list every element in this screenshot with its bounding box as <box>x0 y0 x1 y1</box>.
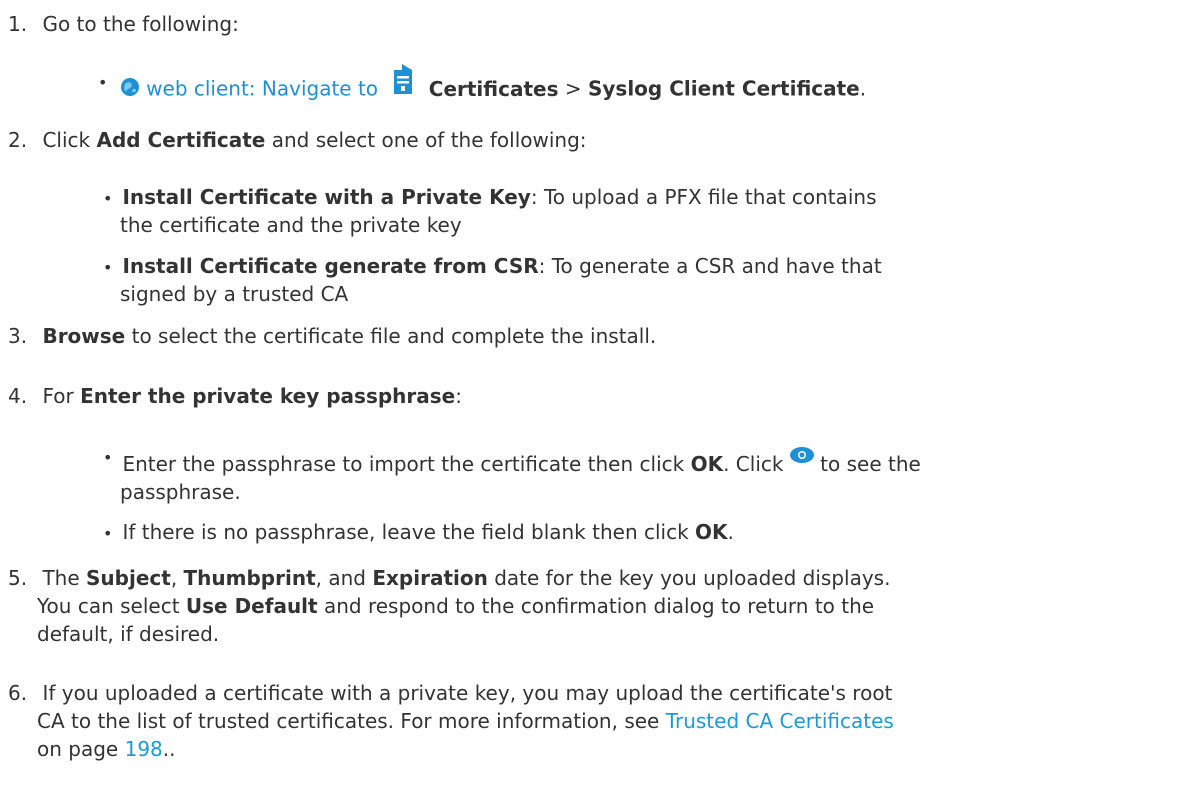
step-4: 4. For Enter the private key passphrase: <box>0 383 462 409</box>
step-1: 1. Go to the following: <box>0 11 239 37</box>
step-1-bullet: • web client: Navigate to Certificates >… <box>98 64 867 108</box>
eye-icon <box>789 443 814 469</box>
step-number: 1. <box>8 12 28 36</box>
step-number: 4. <box>8 384 28 408</box>
menu-syslog-client-certificate: Syslog Client Certificate <box>587 76 860 101</box>
bullet-dot: • <box>103 258 113 277</box>
step-text: For <box>42 384 74 408</box>
page-number-link[interactable]: 198 <box>125 737 163 761</box>
option-csr: • Install Certificate generate from CSR: … <box>103 253 882 281</box>
step-2: 2. Click Add Certificate and select one … <box>0 127 587 153</box>
use-default-label: Use Default <box>185 594 318 618</box>
step-5: 5. The Subject, Thumbprint, and Expirati… <box>0 565 890 591</box>
ok-label: OK <box>695 520 728 544</box>
step-number: 3. <box>8 324 28 348</box>
period: . <box>727 520 734 544</box>
step-5-line3: default, if desired. <box>37 622 220 646</box>
install-private-key-label: Install Certificate with a Private Key <box>122 185 531 209</box>
option-private-key-line2: the certificate and the private key <box>120 213 462 237</box>
globe-icon <box>120 77 140 103</box>
option-csr-line2: signed by a trusted CA <box>120 282 349 306</box>
colon: : <box>455 384 462 408</box>
bullet-dot: • <box>103 189 113 208</box>
install-csr-label: Install Certificate generate from CSR <box>122 254 539 278</box>
step-6-line2: CA to the list of trusted certificates. … <box>37 708 894 734</box>
bullet-dot: • <box>103 448 113 467</box>
bullet-text: to see the <box>820 452 921 476</box>
step-text: The <box>42 566 80 590</box>
certificate-doc-icon <box>392 64 414 100</box>
step-5-line2: You can select Use Default and respond t… <box>37 593 874 619</box>
passphrase-prompt-label: Enter the private key passphrase <box>80 384 456 408</box>
step-text: You can select <box>37 594 180 618</box>
bullet-text: Enter the passphrase to import the certi… <box>122 452 685 476</box>
passphrase-bullet-1-line2: passphrase. <box>120 480 241 504</box>
subject-label: Subject <box>86 566 171 590</box>
passphrase-bullet-2: • If there is no passphrase, leave the fi… <box>103 519 734 547</box>
add-certificate-label: Add Certificate <box>96 128 266 152</box>
step-6: 6. If you uploaded a certificate with a … <box>0 680 892 706</box>
step-text: , and <box>315 566 366 590</box>
bullet-text: If there is no passphrase, leave the fie… <box>122 520 689 544</box>
step-text: CA to the list of trusted certificates. … <box>37 709 660 733</box>
breadcrumb-separator: > <box>564 76 582 101</box>
browse-label: Browse <box>42 324 126 348</box>
step-text: and respond to the confirmation dialog t… <box>323 594 875 618</box>
step-number: 5. <box>8 566 28 590</box>
thumbprint-label: Thumbprint <box>183 566 316 590</box>
period: . <box>859 76 867 101</box>
comma: , <box>170 566 178 590</box>
option-text: : To generate a CSR and have that <box>538 254 882 278</box>
step-text: Go to the following: <box>42 12 239 36</box>
step-3: 3. Browse to select the certificate file… <box>0 323 656 349</box>
step-text: date for the key you uploaded displays. <box>494 566 891 590</box>
expiration-label: Expiration <box>372 566 488 590</box>
step-text: to select the certificate file and compl… <box>131 324 657 348</box>
step-text: If you uploaded a certificate with a pri… <box>42 681 893 705</box>
bullet-dot: • <box>98 72 108 92</box>
bullet-text: . Click <box>723 452 784 476</box>
step-text: Click <box>42 128 91 152</box>
trusted-ca-certificates-link[interactable]: Trusted CA Certificates <box>666 709 894 733</box>
ok-label: OK <box>690 452 724 476</box>
menu-certificates: Certificates <box>428 76 559 101</box>
step-number: 6. <box>8 681 28 705</box>
passphrase-bullet-1: • Enter the passphrase to import the cert… <box>103 446 921 479</box>
step-text: and select one of the following: <box>271 128 587 152</box>
web-client-label: web client: Navigate to <box>146 76 379 101</box>
step-6-line3: on page 198.. <box>37 736 176 762</box>
step-text: on page <box>37 737 119 761</box>
step-number: 2. <box>8 128 28 152</box>
option-private-key: • Install Certificate with a Private Key:… <box>103 184 877 212</box>
option-text: : To upload a PFX file that contains <box>530 185 877 209</box>
bullet-dot: • <box>103 524 113 543</box>
period: .. <box>162 737 176 761</box>
